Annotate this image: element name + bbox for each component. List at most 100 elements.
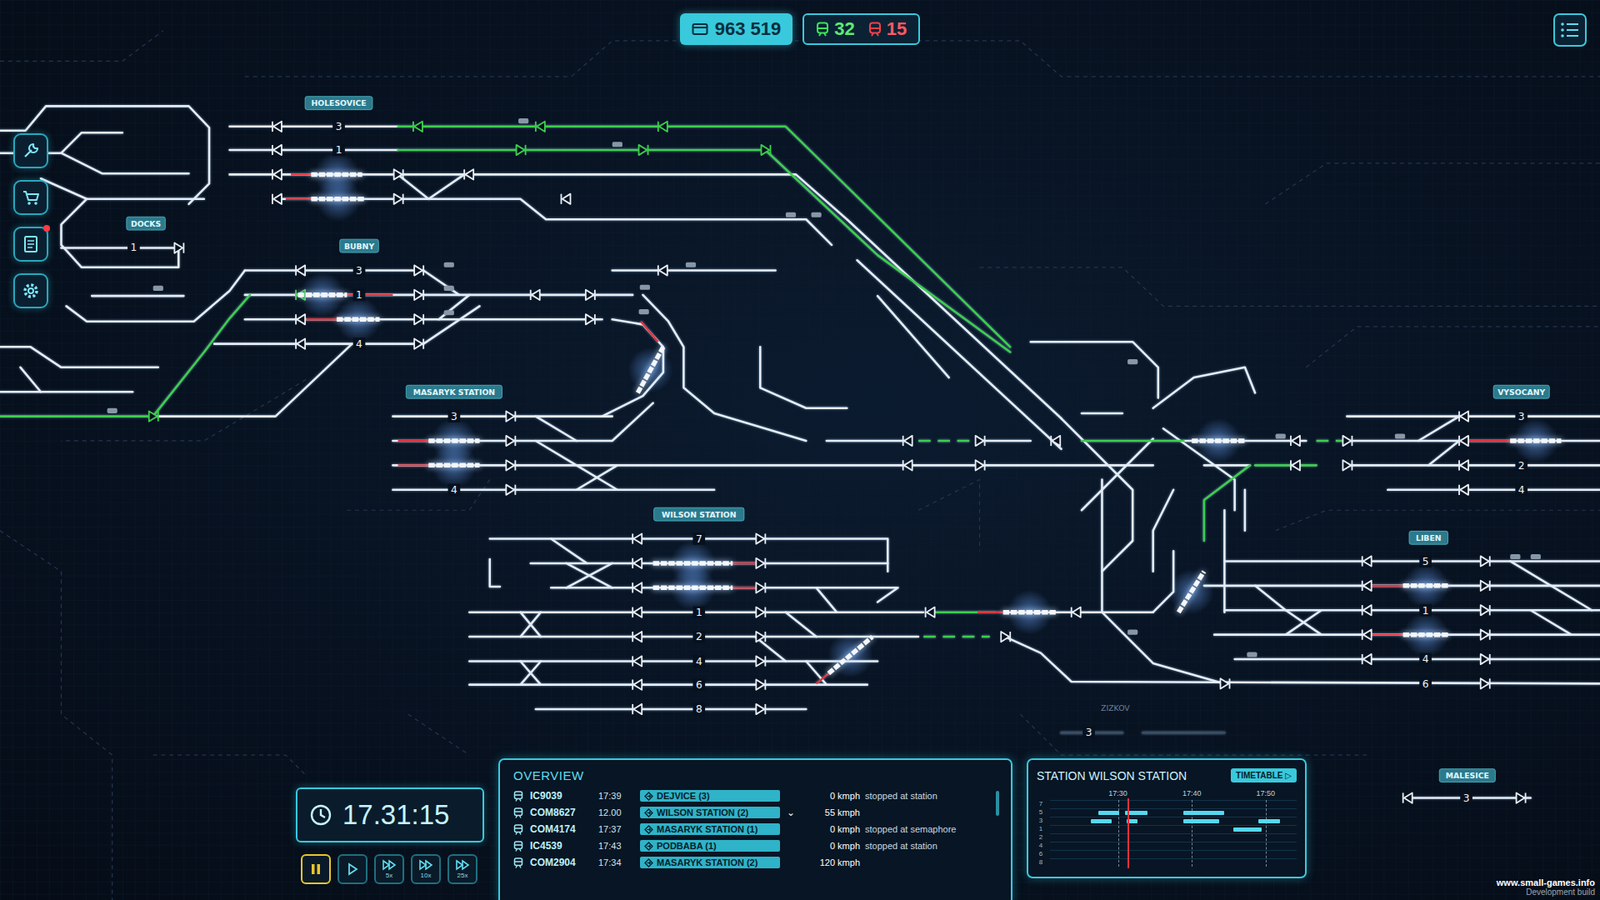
signal[interactable] — [632, 533, 642, 544]
reserved-route[interactable] — [918, 440, 980, 443]
station-label[interactable]: VYSOCANY — [1493, 385, 1550, 399]
train-row[interactable]: COM862712.00WILSON STATION (2)⌄55 kmph — [513, 804, 990, 821]
track[interactable] — [642, 295, 806, 441]
track[interactable] — [1346, 440, 1600, 443]
signal[interactable] — [585, 290, 595, 300]
track[interactable] — [66, 270, 245, 321]
signal[interactable] — [1000, 631, 1010, 642]
track[interactable] — [392, 488, 715, 491]
track[interactable] — [566, 563, 613, 588]
signal[interactable] — [414, 314, 424, 325]
track[interactable] — [60, 199, 179, 268]
track[interactable] — [245, 294, 633, 297]
track[interactable] — [1081, 412, 1123, 415]
signal[interactable] — [1362, 605, 1372, 615]
switch-block[interactable] — [1127, 359, 1138, 365]
track[interactable] — [214, 305, 480, 344]
track[interactable] — [1183, 440, 1306, 443]
destination-tag[interactable]: MASARYK STATION (2) — [640, 856, 780, 869]
signal[interactable] — [1480, 555, 1490, 566]
switch-block[interactable] — [444, 310, 455, 315]
signal[interactable] — [975, 460, 985, 470]
switch-block[interactable] — [1246, 651, 1257, 657]
signal[interactable] — [1459, 485, 1469, 495]
train[interactable] — [1403, 632, 1450, 638]
signal[interactable] — [658, 121, 668, 132]
switch-block[interactable] — [107, 408, 118, 414]
signal[interactable] — [658, 265, 668, 275]
signal[interactable] — [1362, 654, 1372, 665]
signal[interactable] — [560, 194, 570, 205]
track[interactable] — [550, 587, 898, 602]
signal[interactable] — [1480, 580, 1490, 591]
track[interactable] — [60, 153, 189, 174]
occupancy-bar[interactable] — [1183, 819, 1220, 824]
occupancy-bar[interactable] — [1258, 819, 1281, 824]
switch-block[interactable] — [785, 212, 796, 218]
signal[interactable] — [1220, 678, 1230, 689]
reserved-route[interactable] — [398, 150, 1011, 352]
speed-button[interactable] — [300, 854, 331, 885]
station-label[interactable]: ZIZKOV — [1100, 703, 1130, 713]
track[interactable] — [469, 683, 868, 686]
train[interactable] — [1403, 583, 1450, 589]
signal[interactable] — [174, 242, 184, 253]
track[interactable] — [520, 612, 540, 637]
track[interactable] — [1387, 488, 1600, 491]
signal[interactable] — [755, 607, 765, 618]
track[interactable] — [1153, 490, 1174, 572]
signal[interactable] — [505, 485, 515, 495]
track[interactable] — [40, 178, 205, 199]
switch-block[interactable] — [1127, 630, 1138, 635]
switch-block[interactable] — [444, 285, 455, 291]
station-label[interactable]: DOCKS — [126, 216, 166, 230]
signal[interactable] — [1459, 460, 1469, 470]
signal[interactable] — [1480, 654, 1490, 665]
signal[interactable] — [530, 290, 540, 300]
track[interactable] — [428, 174, 465, 199]
track[interactable] — [1418, 416, 1460, 441]
track[interactable] — [805, 660, 826, 685]
switch-block[interactable] — [640, 285, 650, 290]
signal[interactable] — [414, 265, 424, 275]
track[interactable] — [566, 563, 613, 588]
train[interactable] — [428, 438, 480, 444]
track[interactable] — [760, 346, 847, 408]
signal[interactable] — [295, 339, 305, 350]
train[interactable] — [1178, 571, 1205, 613]
track[interactable] — [1255, 585, 1286, 610]
track[interactable] — [1081, 439, 1154, 511]
destination-tag[interactable]: DEJVICE (3) — [640, 790, 780, 802]
train[interactable] — [428, 463, 480, 469]
signal[interactable] — [464, 169, 474, 180]
destination-tag[interactable]: PODBABA (1) — [640, 840, 780, 852]
signal[interactable] — [755, 631, 765, 642]
signal[interactable] — [632, 655, 642, 666]
signal[interactable] — [755, 680, 765, 690]
train[interactable] — [336, 317, 380, 323]
station-label[interactable]: LIBEN — [1409, 530, 1449, 545]
signal[interactable] — [394, 194, 404, 205]
scrollbar[interactable] — [995, 790, 1000, 816]
reserved-route[interactable] — [923, 635, 990, 639]
train-row[interactable]: IC903917:39DEJVICE (3)0 kmphstopped at s… — [513, 787, 990, 805]
track[interactable] — [490, 559, 500, 587]
station-label[interactable]: MASARYK STATION — [405, 385, 502, 399]
track[interactable] — [1030, 341, 1159, 398]
track[interactable] — [535, 416, 577, 441]
track[interactable] — [1005, 636, 1600, 684]
track[interactable] — [230, 149, 399, 152]
menu-button[interactable] — [1553, 13, 1587, 47]
track[interactable] — [230, 125, 399, 129]
sidebar-item[interactable] — [13, 133, 49, 169]
sidebar-item[interactable] — [13, 273, 49, 309]
signal[interactable] — [1342, 435, 1352, 446]
signal[interactable] — [1362, 555, 1372, 566]
signal[interactable] — [903, 460, 913, 470]
signal[interactable] — [295, 314, 305, 325]
signal[interactable] — [505, 435, 515, 446]
track[interactable] — [1346, 464, 1600, 467]
track[interactable] — [1550, 585, 1592, 610]
track[interactable] — [520, 660, 540, 685]
station-label[interactable]: HOLESOVICE — [305, 96, 373, 110]
